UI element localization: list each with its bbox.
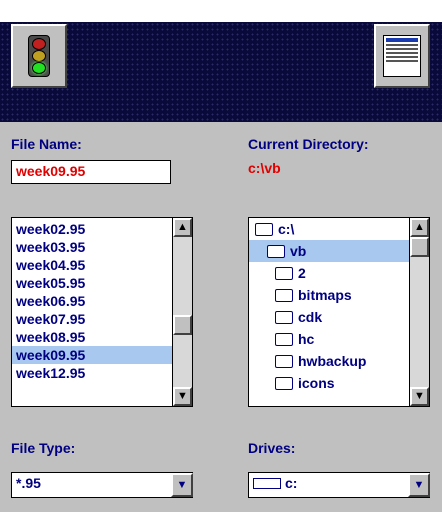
file-list-items: week02.95 week03.95 week04.95 week05.95 week… [12, 218, 192, 382]
file-list-item[interactable]: week07.95 [12, 310, 172, 328]
traffic-light-button[interactable] [11, 24, 67, 88]
scroll-down-button[interactable]: ▼ [173, 387, 192, 406]
file-type-value: *.95 [16, 475, 41, 491]
file-list-item[interactable]: week03.95 [12, 238, 172, 256]
folder-icon [275, 288, 293, 302]
file-list-scrollbar[interactable]: ▲ ▼ [172, 218, 192, 406]
scroll-up-button[interactable]: ▲ [410, 218, 429, 237]
file-type-label: File Type: [11, 440, 76, 456]
current-directory-label: Current Directory: [248, 136, 369, 152]
folder-icon [275, 266, 293, 280]
directory-list-item[interactable]: vb [249, 240, 409, 262]
file-list-item[interactable]: week05.95 [12, 274, 172, 292]
directory-list-items: c:\ vb 2 bitmaps cdk hc hwbackup icons [249, 218, 429, 394]
current-directory-value: c:\vb [248, 160, 281, 176]
file-list-item[interactable]: week08.95 [12, 328, 172, 346]
directory-list-item[interactable]: icons [249, 372, 409, 394]
file-type-select[interactable]: *.95 ▼ [11, 472, 193, 498]
file-name-label: File Name: [11, 136, 82, 152]
directory-list-item[interactable]: 2 [249, 262, 409, 284]
file-list-item[interactable]: week06.95 [12, 292, 172, 310]
drives-label: Drives: [248, 440, 296, 456]
directory-list-item[interactable]: cdk [249, 306, 409, 328]
file-name-input[interactable]: week09.95 [11, 160, 171, 184]
folder-icon [275, 310, 293, 324]
scroll-thumb[interactable] [410, 237, 429, 257]
file-list[interactable]: week02.95 week03.95 week04.95 week05.95 week… [11, 217, 193, 407]
top-banner [0, 0, 442, 122]
list-view-button[interactable] [374, 24, 430, 88]
file-list-item[interactable]: week02.95 [12, 220, 172, 238]
file-list-item[interactable]: week04.95 [12, 256, 172, 274]
directory-list-scrollbar[interactable]: ▲ ▼ [409, 218, 429, 406]
folder-open-icon [255, 222, 273, 236]
scroll-up-button[interactable]: ▲ [173, 218, 192, 237]
directory-list-item[interactable]: c:\ [249, 218, 409, 240]
folder-icon [275, 332, 293, 346]
list-view-icon [383, 35, 421, 77]
top-stripe [0, 0, 442, 22]
directory-list-item[interactable]: bitmaps [249, 284, 409, 306]
directory-list-item[interactable]: hwbackup [249, 350, 409, 372]
traffic-light-icon [28, 35, 50, 77]
chevron-down-icon[interactable]: ▼ [171, 473, 193, 497]
folder-icon [275, 376, 293, 390]
drive-value: c: [285, 475, 298, 491]
directory-list[interactable]: c:\ vb 2 bitmaps cdk hc hwbackup icons ▲ ▼ [248, 217, 430, 407]
chevron-down-icon[interactable]: ▼ [408, 473, 430, 497]
directory-list-item[interactable]: hc [249, 328, 409, 350]
folder-icon [275, 354, 293, 368]
drive-select[interactable]: c: ▼ [248, 472, 430, 498]
folder-open-icon [267, 244, 285, 258]
scroll-thumb[interactable] [173, 315, 192, 335]
file-list-item[interactable]: week12.95 [12, 364, 172, 382]
file-list-item[interactable]: week09.95 [12, 346, 172, 364]
scroll-down-button[interactable]: ▼ [410, 387, 429, 406]
drive-icon [253, 477, 281, 489]
